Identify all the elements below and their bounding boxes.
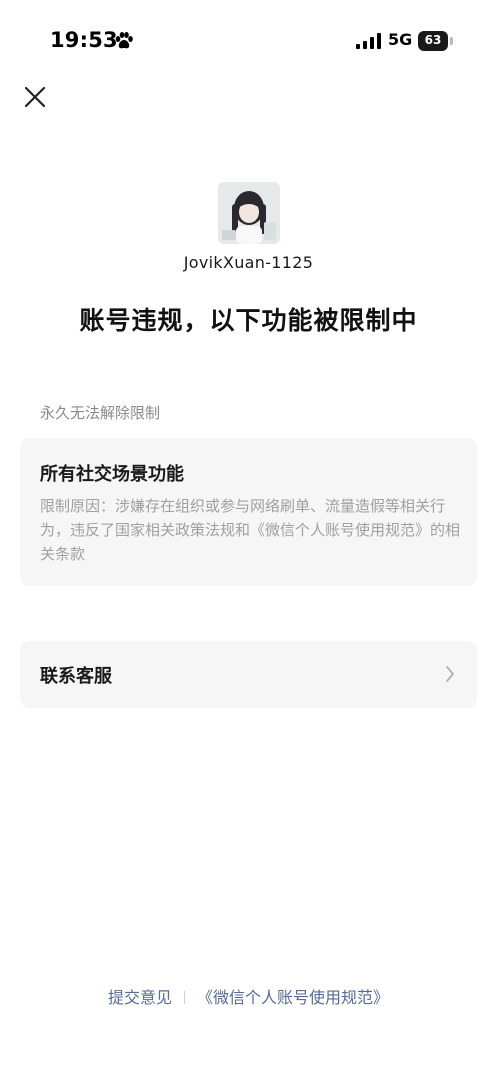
status-time: 19:53 xyxy=(50,28,118,52)
network-type: 5G xyxy=(388,30,413,49)
avatar xyxy=(218,182,280,244)
chevron-right-icon xyxy=(446,666,454,682)
restriction-reason: 限制原因：涉嫌存在组织或参与网络刷单、流量造假等相关行为，违反了国家相关政策法规… xyxy=(40,497,461,563)
feedback-link[interactable]: 提交意见 xyxy=(108,988,172,1007)
contact-support-label: 联系客服 xyxy=(40,666,112,687)
restriction-card: 所有社交场景功能 限制原因：涉嫌存在组织或参与网络刷单、流量造假等相关行为，违反… xyxy=(20,438,477,586)
divider xyxy=(184,991,185,1004)
contact-support-button[interactable]: 联系客服 xyxy=(20,641,477,708)
battery-icon: 63 xyxy=(418,31,454,51)
username: JovikXuan-1125 xyxy=(183,253,314,272)
policy-link[interactable]: 《微信个人账号使用规范》 xyxy=(197,988,389,1007)
page-title: 账号违规，以下功能被限制中 xyxy=(79,306,418,335)
paw-icon xyxy=(115,32,133,49)
footer-links: 提交意见 《微信个人账号使用规范》 xyxy=(0,984,497,1008)
restriction-title: 所有社交场景功能 xyxy=(40,464,184,485)
signal-bars-icon xyxy=(356,33,381,49)
battery-level: 63 xyxy=(424,33,442,47)
close-icon[interactable] xyxy=(20,82,50,112)
status-bar: 19:53 5G 63 xyxy=(0,0,497,80)
section-label: 永久无法解除限制 xyxy=(40,404,161,422)
